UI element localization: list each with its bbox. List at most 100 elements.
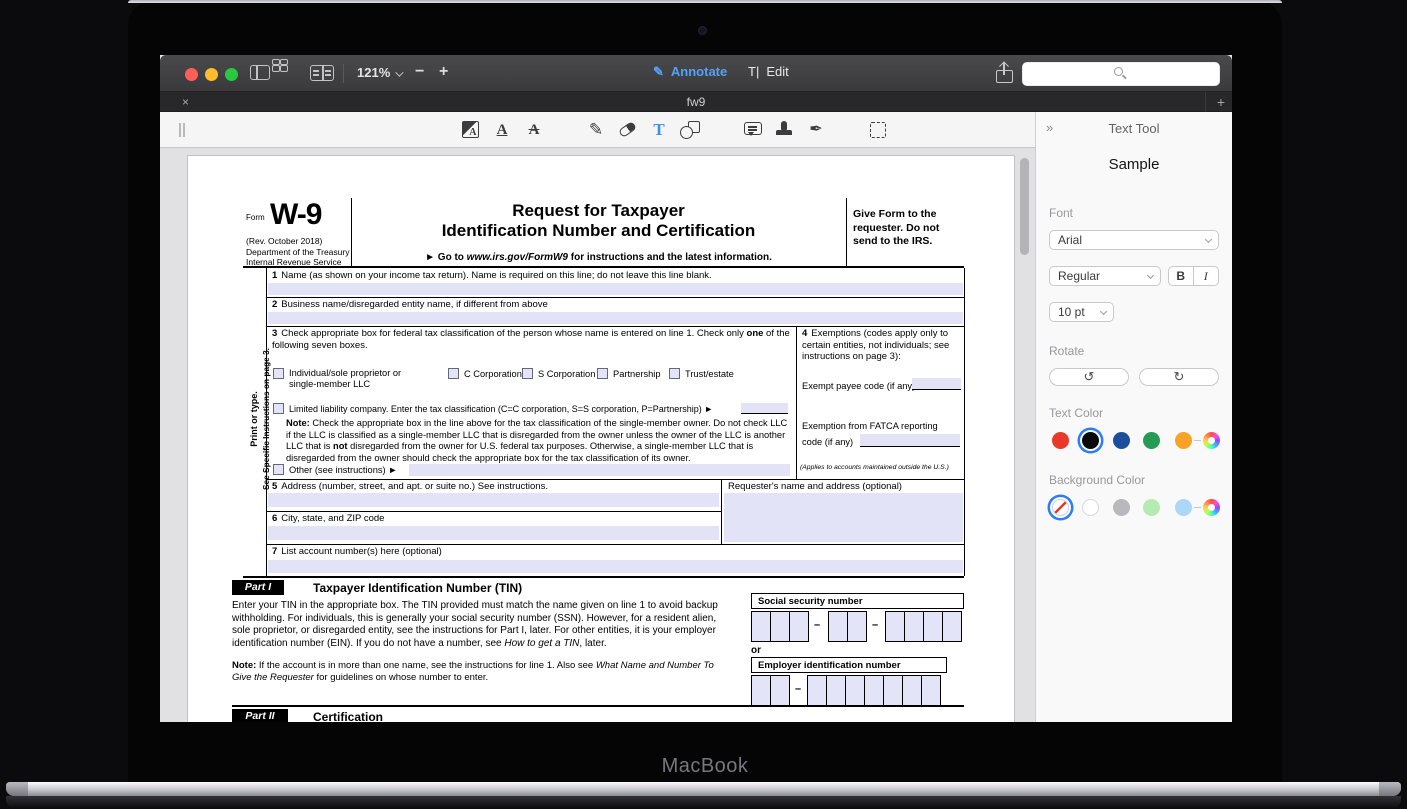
checkbox-c-corporation[interactable] (448, 368, 459, 379)
document-tab[interactable]: fw9 (160, 95, 1232, 109)
tabbar-divider (1205, 92, 1206, 112)
fatca-code-field[interactable] (860, 434, 960, 447)
line6-input-field[interactable] (268, 526, 719, 540)
text-tool-sidebar: » Text Tool Sample Font Arial Regular B … (1035, 112, 1232, 722)
col-divider-3-4 (796, 326, 797, 479)
minimize-window-button[interactable] (205, 68, 218, 81)
line4-label: 4Exemptions (codes apply only to certain… (802, 328, 960, 363)
zoom-out-button[interactable]: − (415, 63, 424, 81)
strikethrough-tool-button[interactable]: A (523, 119, 545, 141)
ssn-cells-group3[interactable] (885, 611, 962, 642)
stamp-tool-button[interactable] (773, 119, 795, 141)
background-color-none[interactable] (1052, 499, 1069, 516)
form-title-line2: Identification Number and Certification (351, 221, 846, 241)
rotate-ccw-button[interactable]: ↺ (1049, 368, 1129, 386)
background-color-green[interactable] (1143, 499, 1160, 516)
document-tabbar: × fw9 + (160, 92, 1232, 112)
text-style-sample: Sample (1036, 156, 1232, 173)
pen-tool-button[interactable]: ✎ (585, 119, 607, 141)
close-window-button[interactable] (185, 68, 198, 81)
form-number: W-9 (270, 198, 321, 232)
text-tool-button[interactable]: T (648, 119, 670, 141)
line7-input-field[interactable] (268, 560, 963, 573)
part2-rule (232, 705, 964, 707)
part1-badge: Part I (232, 580, 284, 595)
checkbox-individual[interactable] (273, 368, 284, 379)
pencil-icon: ✎ (589, 120, 603, 139)
vertical-scrollbar[interactable] (1020, 158, 1029, 255)
rotate-cw-button[interactable]: ↻ (1139, 368, 1219, 386)
add-tab-button[interactable]: + (1217, 94, 1225, 110)
toolbar-drag-handle[interactable] (179, 123, 186, 137)
checkbox-c-corporation-label: C Corporation (464, 369, 522, 379)
selection-tool-button[interactable] (867, 119, 889, 141)
strikethrough-icon: A (529, 122, 540, 138)
share-button[interactable] (996, 63, 1013, 83)
form-revision: (Rev. October 2018) (246, 236, 322, 246)
line6-label: 6City, state, and ZIP code (272, 513, 712, 525)
checkbox-partnership-label: Partnership (613, 369, 661, 379)
ein-cells-group1[interactable] (751, 675, 790, 706)
font-section-label: Font (1049, 206, 1073, 220)
text-color-custom-wheel[interactable] (1203, 432, 1220, 449)
line5-input-field[interactable] (268, 493, 719, 507)
checkbox-other[interactable] (273, 464, 284, 475)
text-color-red[interactable] (1052, 432, 1069, 449)
tab-edit[interactable]: T|Edit (748, 64, 789, 79)
maximize-window-button[interactable] (225, 68, 238, 81)
chevron-down-icon (395, 68, 403, 76)
background-color-blue[interactable] (1175, 499, 1192, 516)
checkbox-trust-estate[interactable] (669, 368, 680, 379)
zoom-in-button[interactable]: + (439, 63, 448, 81)
comment-tool-button[interactable] (742, 119, 764, 141)
line2-input-field[interactable] (268, 312, 963, 324)
text-color-orange[interactable] (1175, 432, 1192, 449)
font-style-select[interactable]: Regular (1049, 266, 1161, 286)
col-divider-5-req (721, 479, 722, 544)
ssn-cells-group1[interactable] (751, 611, 809, 642)
line1-input-field[interactable] (268, 283, 963, 295)
search-input[interactable] (1022, 62, 1220, 86)
requester-input-field[interactable] (724, 493, 963, 542)
ssn-dash2: – (872, 619, 878, 631)
part2-badge: Part II (232, 709, 288, 722)
checkbox-llc[interactable] (273, 403, 284, 414)
titlebar: 121% − + ✎Annotate T|Edit (160, 55, 1232, 92)
sidebar-panel-button[interactable] (250, 65, 270, 85)
underline-tool-button[interactable]: A (491, 119, 513, 141)
checkbox-s-corporation[interactable] (522, 368, 533, 379)
ein-dash: – (795, 683, 801, 695)
search-icon (1114, 67, 1123, 76)
row-line-1 (266, 297, 964, 298)
other-input-field[interactable] (409, 464, 790, 476)
form-department: Department of the Treasury (246, 247, 349, 257)
row-line-3 (266, 479, 964, 480)
form-goto-line: ► Go to www.irs.gov/FormW9 for instructi… (351, 252, 846, 263)
bold-button[interactable]: B (1169, 267, 1194, 285)
zoom-level-dropdown[interactable]: 121% (357, 65, 401, 80)
eraser-tool-button[interactable] (616, 119, 638, 141)
italic-button[interactable]: I (1194, 267, 1219, 285)
shapes-tool-button[interactable] (679, 119, 701, 141)
signature-tool-button[interactable]: ✒ (805, 119, 827, 141)
checkbox-llc-label: Limited liability company. Enter the tax… (289, 404, 741, 414)
ssn-cells-group2[interactable] (828, 611, 867, 642)
llc-classification-field[interactable] (741, 403, 788, 414)
text-color-green[interactable] (1143, 432, 1160, 449)
two-page-view-button[interactable] (310, 65, 334, 86)
ein-cells-group2[interactable] (807, 675, 941, 706)
shapes-icon (680, 121, 700, 139)
font-size-select[interactable]: 10 pt (1049, 302, 1114, 322)
text-color-blue[interactable] (1113, 432, 1130, 449)
font-family-select[interactable]: Arial (1049, 230, 1219, 250)
swatch-connector (1194, 440, 1201, 441)
highlight-text-tool-button[interactable]: A (459, 119, 481, 141)
text-color-black[interactable] (1082, 432, 1099, 449)
checkbox-partnership[interactable] (597, 368, 608, 379)
background-color-custom-wheel[interactable] (1203, 499, 1220, 516)
background-color-gray[interactable] (1113, 499, 1130, 516)
requester-label: Requester's name and address (optional) (728, 481, 960, 493)
background-color-white[interactable] (1082, 499, 1099, 516)
tab-annotate[interactable]: ✎Annotate (653, 64, 727, 80)
exempt-payee-field[interactable] (912, 378, 961, 390)
